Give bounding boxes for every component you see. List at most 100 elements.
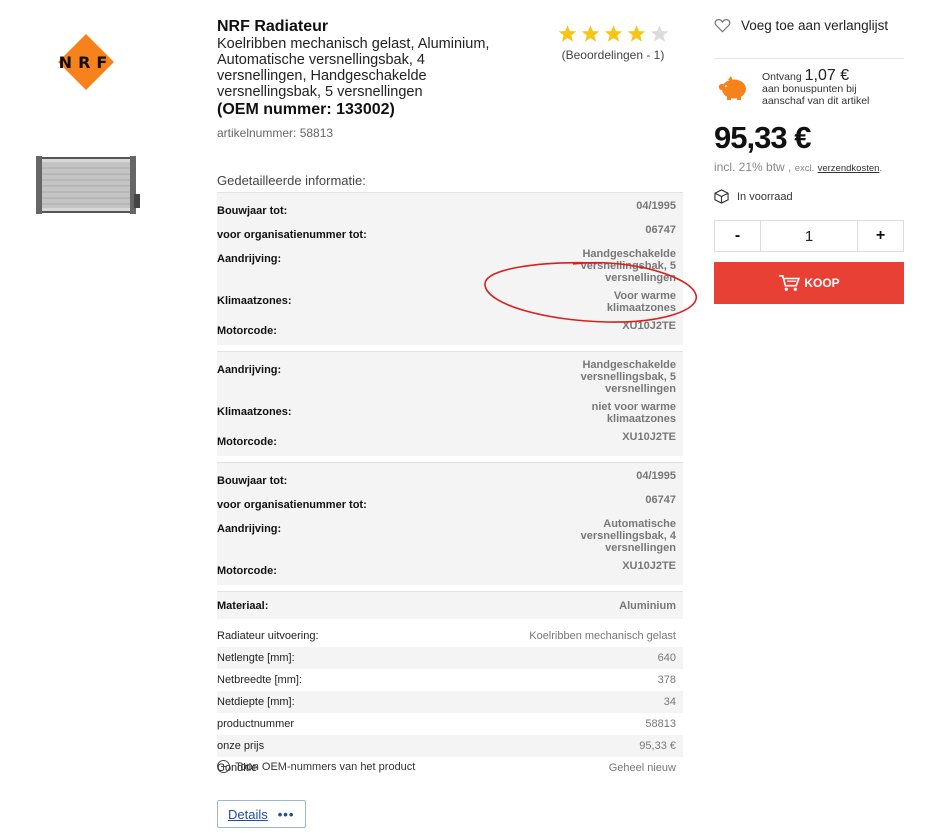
spec-row: Klimaatzones: niet voor warme klimaatzone… — [217, 398, 683, 428]
spec-row: Aandrijving: Automatische versnellingsbak… — [217, 515, 683, 557]
bonus-line-3: aanschaf van dit artikel — [762, 95, 870, 107]
stock-label: In voorraad — [737, 190, 793, 203]
brand-logo: NRF — [44, 34, 128, 90]
price: 95,33 € — [714, 120, 811, 155]
spec-key: Klimaatzones: — [217, 295, 292, 307]
spec-value: niet voor warme klimaatzones — [591, 401, 676, 425]
property-key: Netlengte [mm]: — [217, 652, 295, 664]
buy-button-label: KOOP — [804, 276, 840, 290]
vat-main: incl. 21% btw , — [714, 160, 792, 174]
bonus-points-info: Ontvang 1,07 € aan bonuspunten bij aansc… — [714, 67, 870, 107]
property-key: Netbreedte [mm]: — [217, 674, 302, 686]
spec-key: Motorcode: — [217, 436, 277, 448]
product-title-block: NRF Radiateur Koelribben mechanisch gela… — [217, 17, 547, 119]
spec-row-material: Materiaal: Aluminium — [217, 591, 683, 619]
cart-icon — [779, 274, 801, 291]
property-row: Radiateur uitvoering: Koelribben mechanis… — [217, 625, 683, 647]
property-row: onze prijs 95,33 € — [217, 735, 683, 757]
spec-value: Handgeschakelde versnellingsbak, 5 versn… — [580, 248, 676, 284]
quantity-increase-button[interactable]: + — [858, 221, 903, 251]
rating-block[interactable]: (Beoordelingen - 1) — [551, 24, 675, 62]
property-row: productnummer 58813 — [217, 713, 683, 735]
rating-count[interactable]: (Beoordelingen - 1) — [551, 48, 675, 62]
buy-button[interactable]: KOOP — [714, 262, 904, 304]
spec-value: XU10J2TE — [622, 320, 676, 332]
property-value: 640 — [657, 652, 676, 664]
spec-key: Materiaal: — [217, 599, 269, 612]
spec-row: Bouwjaar tot: 04/1995 — [217, 197, 683, 221]
spec-row: Aandrijving: Handgeschakelde versnellings… — [217, 245, 683, 287]
product-description-line: versnellingsbak, 5 versnellingen — [217, 84, 423, 100]
spec-row: voor organisatienummer tot: 06747 — [217, 491, 683, 515]
spec-key: Aandrijving: — [217, 253, 282, 265]
spec-row: Motorcode: XU10J2TE — [217, 428, 683, 452]
spec-value: Handgeschakelde versnellingsbak, 5 versn… — [580, 359, 676, 395]
spec-key: Aandrijving: — [217, 364, 282, 376]
spec-group: Aandrijving: Handgeschakelde versnellings… — [217, 351, 683, 456]
article-number: artikelnummer: 58813 — [217, 126, 334, 140]
shipping-costs-link[interactable]: verzendkosten — [818, 163, 880, 174]
property-value: 34 — [663, 696, 676, 708]
property-key: onze prijs — [217, 740, 265, 752]
spec-key: Klimaatzones: — [217, 406, 292, 418]
show-oem-numbers-label: Toon OEM-nummers van het product — [235, 760, 416, 773]
property-value: Koelribben mechanisch gelast — [529, 630, 676, 642]
star-icon — [558, 25, 576, 42]
spec-value: Voor warme klimaatzones — [606, 290, 676, 314]
product-title: NRF Radiateur — [217, 18, 329, 35]
bonus-amount: 1,07 € — [804, 67, 850, 84]
wishlist-label: Voeg toe aan verlanglijst — [741, 18, 889, 33]
spec-value: Automatische versnellingsbak, 4 versnell… — [580, 518, 676, 554]
property-key: Radiateur uitvoering: — [217, 630, 319, 642]
stock-status: In voorraad — [714, 189, 793, 204]
property-value: 58813 — [645, 718, 676, 730]
spec-value: 06747 — [645, 224, 676, 236]
quantity-input[interactable] — [760, 221, 858, 251]
spec-row: Motorcode: XU10J2TE — [217, 317, 683, 341]
property-value: Geheel nieuw — [608, 762, 676, 774]
add-to-wishlist-button[interactable]: Voeg toe aan verlanglijst — [714, 18, 888, 33]
star-icon — [627, 25, 645, 42]
brand-logo-text: NRF — [59, 53, 114, 72]
spec-key: Motorcode: — [217, 565, 277, 577]
spec-group: Bouwjaar tot: 04/1995 voor organisatienumm… — [217, 462, 683, 585]
more-dots-icon: ••• — [277, 806, 295, 822]
product-description-line: versnellingen, Handgeschakelde — [217, 68, 427, 84]
details-button-label: Details — [228, 806, 268, 822]
spec-row: Aandrijving: Handgeschakelde versnellings… — [217, 356, 683, 398]
spec-row: Klimaatzones: Voor warme klimaatzones — [217, 287, 683, 317]
quantity-decrease-button[interactable]: - — [715, 221, 760, 251]
heart-icon — [714, 19, 731, 33]
spec-area: Bouwjaar tot: 04/1995 voor organisatienumm… — [217, 192, 683, 779]
bonus-line-2: aan bonuspunten bij — [762, 83, 857, 95]
details-button[interactable]: Details ••• — [217, 800, 306, 828]
spec-key: voor organisatienummer tot: — [217, 499, 367, 511]
spec-key: voor organisatienummer tot: — [217, 229, 367, 241]
vat-end: . — [879, 163, 883, 174]
spec-value: XU10J2TE — [622, 431, 676, 443]
vat-info: incl. 21% btw , excl. verzendkosten. — [714, 160, 882, 174]
product-thumbnail[interactable] — [36, 154, 140, 216]
bonus-prefix: Ontvang — [762, 71, 802, 83]
spec-row: Motorcode: XU10J2TE — [217, 557, 683, 581]
box-icon — [714, 189, 729, 204]
spec-value: 06747 — [645, 494, 676, 506]
property-value: 95,33 € — [639, 740, 676, 752]
spec-value: 04/1995 — [636, 200, 676, 212]
property-row: Netbreedte [mm]: 378 — [217, 669, 683, 691]
detail-info-title: Gedetailleerde informatie: — [217, 173, 366, 188]
quantity-stepper: - + — [714, 220, 904, 252]
piggy-bank-icon — [718, 75, 746, 100]
spec-row: voor organisatienummer tot: 06747 — [217, 221, 683, 245]
spec-key: Bouwjaar tot: — [217, 475, 288, 487]
star-icon — [650, 25, 668, 42]
rating-stars[interactable] — [551, 24, 675, 43]
spec-key: Motorcode: — [217, 325, 277, 337]
spec-key: Aandrijving: — [217, 523, 282, 535]
star-icon — [581, 25, 599, 42]
spec-value: 04/1995 — [636, 470, 676, 482]
property-key: Netdiepte [mm]: — [217, 696, 295, 708]
show-oem-numbers-toggle[interactable]: Toon OEM-nummers van het product — [217, 760, 415, 773]
spec-value: XU10J2TE — [622, 560, 676, 572]
oem-number: (OEM nummer: 133002) — [217, 101, 395, 118]
